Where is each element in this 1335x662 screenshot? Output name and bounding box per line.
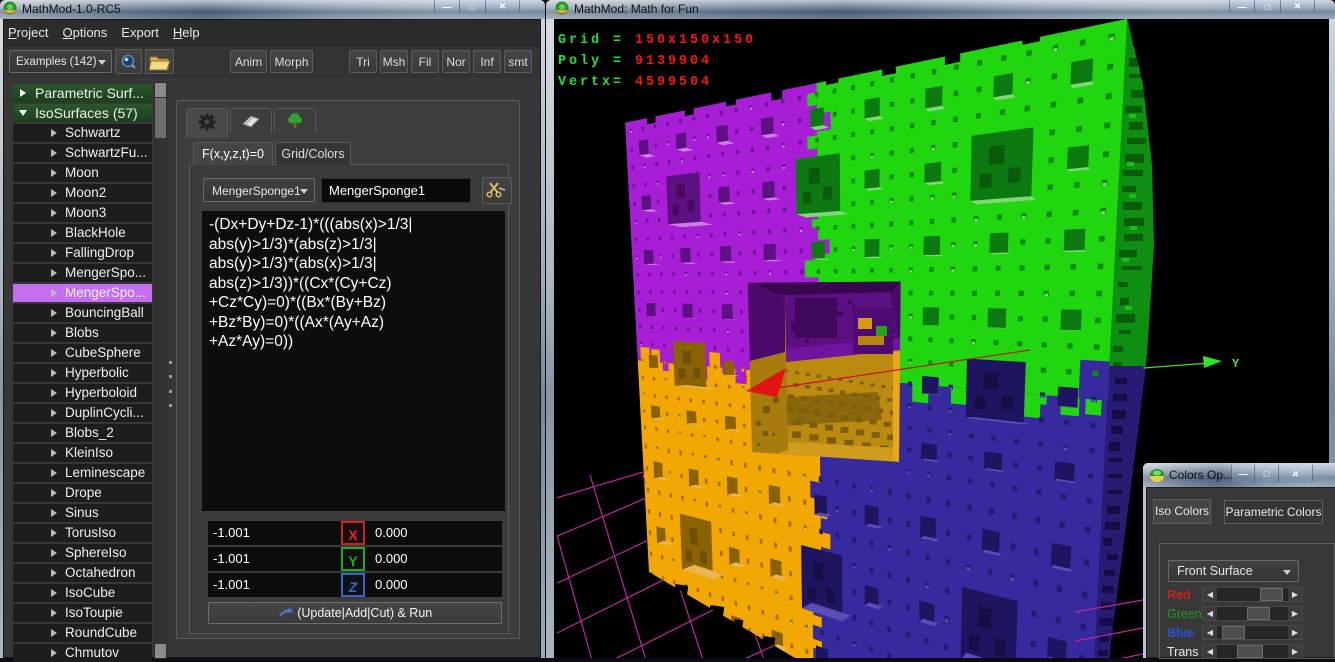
svg-text:Y: Y [1232,357,1240,371]
svg-text:x: x [743,373,748,384]
